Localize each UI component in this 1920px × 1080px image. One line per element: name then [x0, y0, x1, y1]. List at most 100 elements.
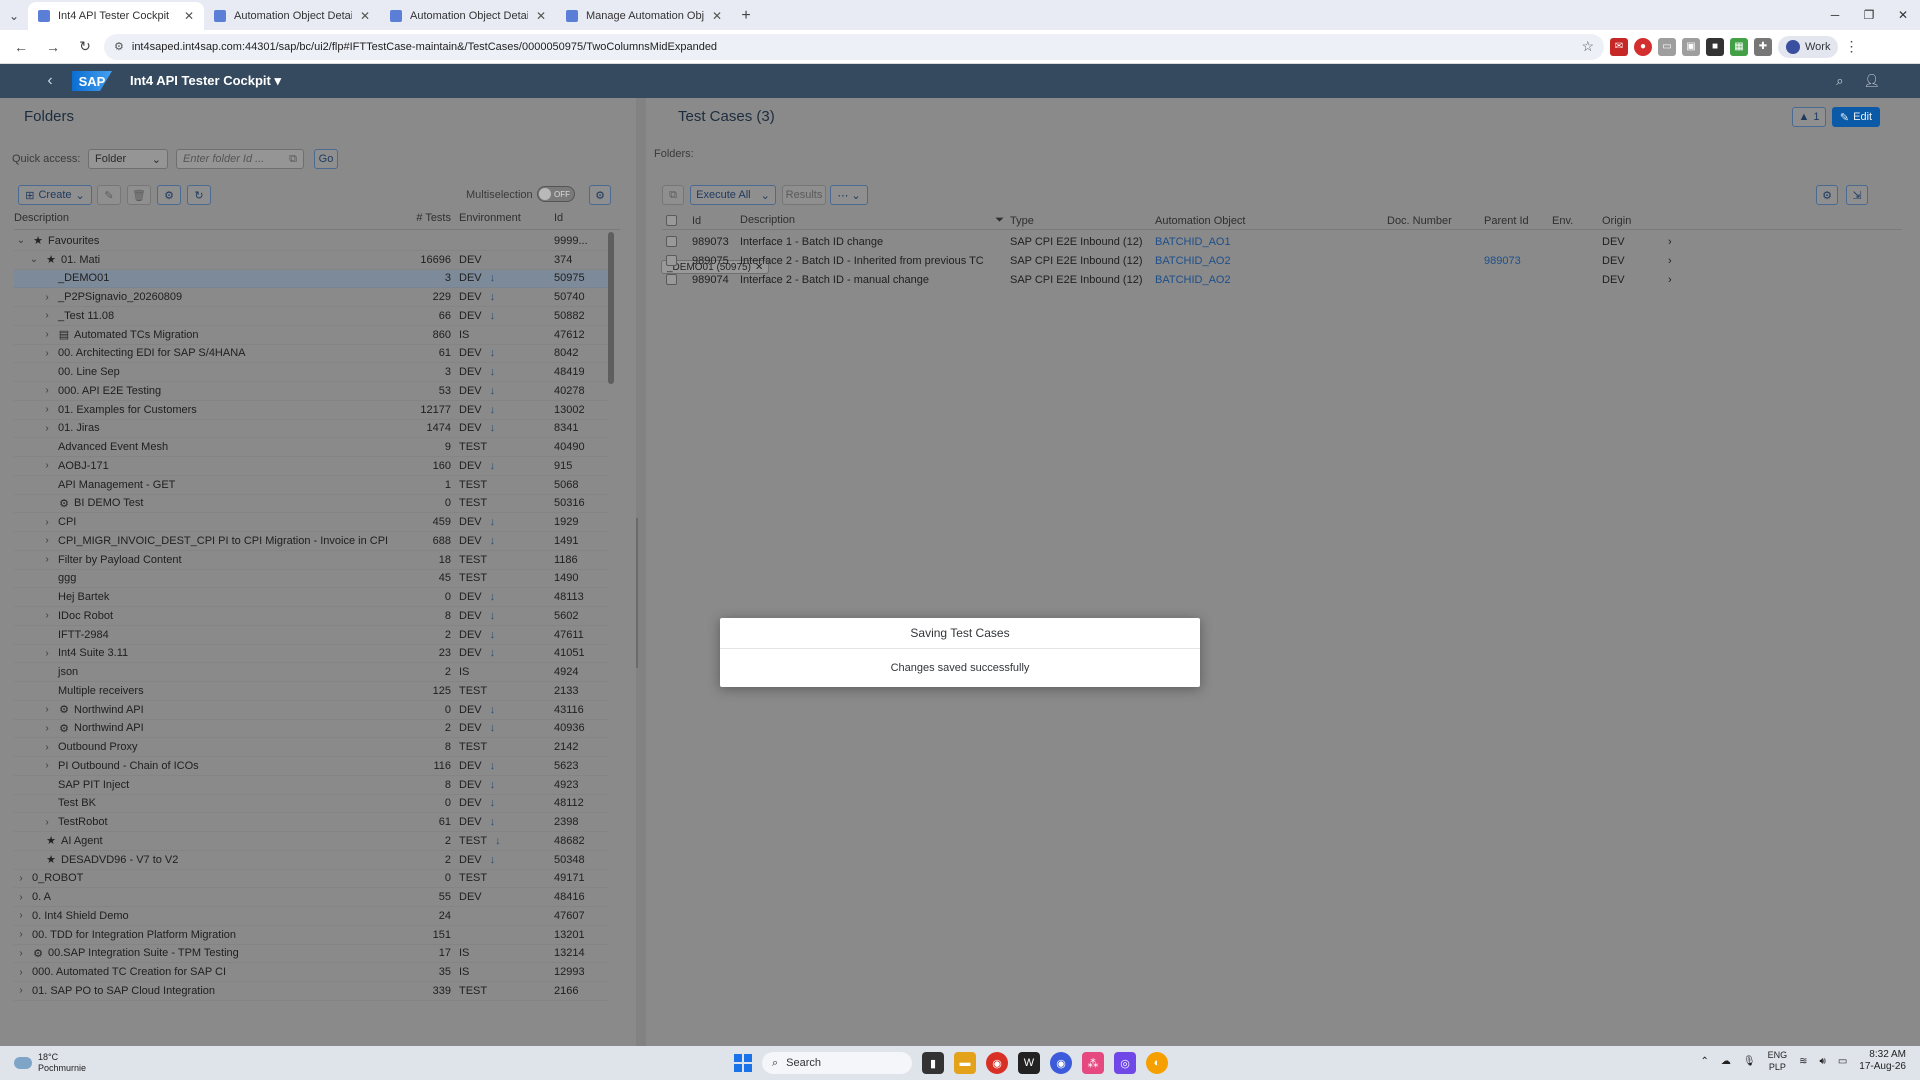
edit-folder-button[interactable]: ✎: [97, 185, 121, 205]
tree-row[interactable]: › _Test 11.08 66 DEV ↓ 50882: [14, 307, 608, 326]
edit-button[interactable]: ✎ Edit: [1832, 107, 1880, 127]
expand-icon[interactable]: ⌄: [14, 235, 28, 246]
file-explorer-icon[interactable]: ▬: [954, 1052, 976, 1074]
windows-start-icon[interactable]: [734, 1054, 752, 1072]
user-icon[interactable]: 👤︎: [1863, 73, 1880, 89]
expand-icon[interactable]: ›: [14, 948, 28, 959]
export-icon[interactable]: ⇲: [1846, 185, 1868, 205]
parent-id-link[interactable]: 989073: [1484, 255, 1552, 267]
extension-icon[interactable]: ▭: [1658, 37, 1676, 56]
tree-row[interactable]: _DEMO01 3 DEV ↓ 50975: [14, 269, 608, 289]
forward-icon[interactable]: →: [40, 34, 66, 60]
clock[interactable]: 8:32 AM 17-Aug-26: [1859, 1049, 1906, 1073]
taskbar-search[interactable]: ⌕ Search: [762, 1052, 912, 1074]
reload-icon[interactable]: ↻: [72, 34, 98, 60]
sap-logo[interactable]: SAP: [72, 71, 112, 91]
navigation-chevron-icon[interactable]: ›: [1668, 274, 1688, 286]
url-field[interactable]: ⚙ int4saped.int4sap.com:44301/sap/bc/ui2…: [104, 33, 1604, 60]
expand-icon[interactable]: ›: [40, 517, 54, 528]
settings-gear-icon[interactable]: ⚙: [1816, 185, 1838, 205]
col-env[interactable]: Env.: [1552, 215, 1602, 227]
table-row[interactable]: 989075 Interface 2 - Batch ID - Inherited…: [662, 251, 1902, 270]
expand-icon[interactable]: ›: [40, 310, 54, 321]
app-title-menu[interactable]: Int4 API Tester Cockpit ▾: [130, 73, 281, 89]
volume-icon[interactable]: 🔊︎: [1820, 1056, 1826, 1067]
navigation-chevron-icon[interactable]: ›: [1668, 236, 1688, 248]
navigation-chevron-icon[interactable]: ›: [1668, 255, 1688, 267]
tree-row[interactable]: 00. Line Sep 3 DEV ↓ 48419: [14, 363, 608, 382]
col-origin[interactable]: Origin: [1602, 215, 1672, 227]
expand-icon[interactable]: ›: [14, 985, 28, 996]
tree-row[interactable]: ⌄ ★ 01. Mati 16696 DEV 374: [14, 251, 608, 270]
messages-button[interactable]: ▲ 1: [1792, 107, 1826, 127]
col-id[interactable]: Id: [692, 215, 740, 227]
table-row[interactable]: 989073 Interface 1 - Batch ID change SAP C…: [662, 232, 1902, 251]
tree-row[interactable]: › 00. Architecting EDI for SAP S/4HANA 61 D…: [14, 345, 608, 364]
extension-icon[interactable]: ▦: [1730, 37, 1748, 56]
extensions-puzzle-icon[interactable]: ✚: [1754, 37, 1772, 56]
close-icon[interactable]: ✕: [536, 9, 546, 23]
expand-icon[interactable]: ›: [40, 610, 54, 621]
tree-row[interactable]: › ⚙ 00.SAP Integration Suite - TPM Testing…: [14, 945, 608, 964]
tree-row[interactable]: Advanced Event Mesh 9 TEST 40490: [14, 438, 608, 457]
tree-row[interactable]: API Management - GET 1 TEST 5068: [14, 476, 608, 495]
task-view-icon[interactable]: ▮: [922, 1052, 944, 1074]
tree-row[interactable]: Multiple receivers 125 TEST 2133: [14, 682, 608, 701]
expand-icon[interactable]: ›: [40, 292, 54, 303]
browser-tab[interactable]: Manage Automation Objects ✕: [556, 2, 732, 30]
expand-icon[interactable]: ›: [14, 967, 28, 978]
browser-tab[interactable]: Int4 API Tester Cockpit ✕: [28, 2, 204, 30]
refresh-button[interactable]: ↻: [187, 185, 211, 205]
tree-row[interactable]: › AOBJ-171 160 DEV ↓ 915: [14, 457, 608, 476]
row-checkbox[interactable]: [666, 274, 677, 285]
col-parent-id[interactable]: Parent Id: [1484, 215, 1552, 227]
folder-id-input[interactable]: Enter folder Id ... ⧉: [176, 149, 304, 169]
tree-row[interactable]: ⌄ ★ Favourites 9999...: [14, 232, 608, 251]
tree-row[interactable]: › Int4 Suite 3.11 23 DEV ↓ 41051: [14, 645, 608, 664]
tree-row[interactable]: › 000. Automated TC Creation for SAP CI 35…: [14, 963, 608, 982]
execute-all-button[interactable]: Execute All ⌄: [690, 185, 776, 205]
col-type[interactable]: Type: [1010, 215, 1155, 227]
expand-icon[interactable]: ›: [40, 742, 54, 753]
tree-row[interactable]: › 0_ROBOT 0 TEST 49171: [14, 870, 608, 889]
col-doc-number[interactable]: Doc. Number: [1387, 215, 1484, 227]
tree-row[interactable]: › IDoc Robot 8 DEV ↓ 5602: [14, 607, 608, 626]
column-divider[interactable]: [636, 98, 646, 1046]
select-all-checkbox[interactable]: [666, 215, 677, 226]
go-button[interactable]: Go: [314, 149, 338, 169]
close-icon[interactable]: ✕: [712, 9, 722, 23]
extension-icon[interactable]: ■: [1706, 37, 1724, 56]
expand-icon[interactable]: ›: [40, 817, 54, 828]
tree-row[interactable]: › 0. Int4 Shield Demo 24 47607: [14, 907, 608, 926]
tree-row[interactable]: › Outbound Proxy 8 TEST 2142: [14, 738, 608, 757]
search-icon[interactable]: ⌕: [1836, 73, 1843, 89]
tree-row[interactable]: › 01. SAP PO to SAP Cloud Integration 339 T…: [14, 982, 608, 1001]
tree-row[interactable]: › 0. A 55 DEV 48416: [14, 888, 608, 907]
menu-kebab-icon[interactable]: ⋮: [1844, 38, 1858, 55]
expand-icon[interactable]: ›: [40, 460, 54, 471]
tree-row[interactable]: Hej Bartek 0 DEV ↓ 48113: [14, 588, 608, 607]
multiselection-toggle[interactable]: OFF: [537, 186, 575, 202]
tree-row[interactable]: › CPI 459 DEV ↓ 1929: [14, 513, 608, 532]
row-checkbox[interactable]: [666, 255, 677, 266]
expand-icon[interactable]: ›: [14, 910, 28, 921]
back-icon[interactable]: ‹: [30, 72, 70, 90]
expand-icon[interactable]: ›: [40, 404, 54, 415]
chevron-up-icon[interactable]: ⌃: [1701, 1056, 1709, 1067]
expand-icon[interactable]: ›: [14, 892, 28, 903]
chrome-icon[interactable]: ◉: [986, 1052, 1008, 1074]
more-options-button[interactable]: ⋯ ⌄: [830, 185, 868, 205]
tree-row[interactable]: › Filter by Payload Content 18 TEST 1186: [14, 551, 608, 570]
minimize-icon[interactable]: ─: [1818, 0, 1852, 30]
profile-button[interactable]: Work: [1778, 35, 1839, 58]
expand-icon[interactable]: ›: [40, 760, 54, 771]
browser-tab[interactable]: Automation Object Details ✕: [204, 2, 380, 30]
microphone-icon[interactable]: 🎙︎: [1743, 1056, 1756, 1067]
expand-icon[interactable]: ›: [14, 873, 28, 884]
cloud-icon[interactable]: ☁: [1721, 1056, 1731, 1067]
tree-row[interactable]: › ▤ Automated TCs Migration 860 IS 47612: [14, 326, 608, 345]
tree-row[interactable]: › _P2PSignavio_20260809 229 DEV ↓ 50740: [14, 288, 608, 307]
tree-row[interactable]: › 01. Jiras 1474 DEV ↓ 8341: [14, 420, 608, 439]
expand-icon[interactable]: ›: [40, 348, 54, 359]
chrome-work-icon[interactable]: ◉: [1050, 1052, 1072, 1074]
